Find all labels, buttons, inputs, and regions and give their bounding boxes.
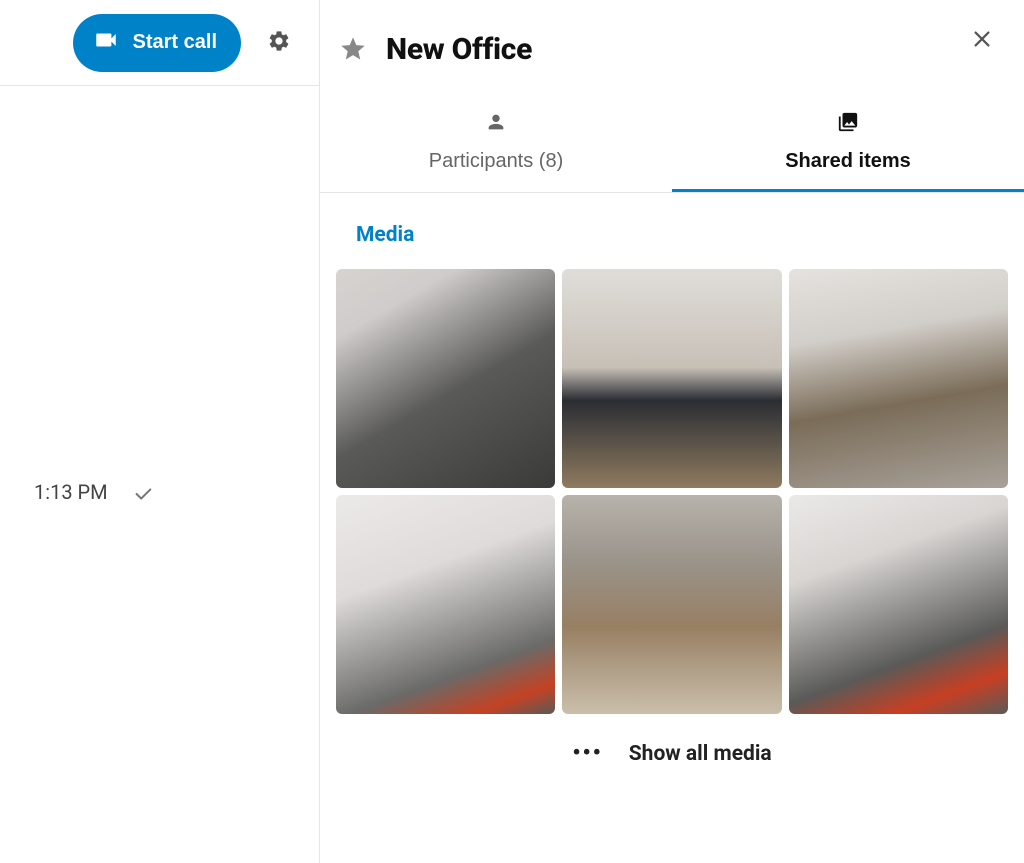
tabs: Participants (8) Shared items (320, 99, 1024, 193)
star-icon (339, 51, 367, 66)
start-call-label: Start call (133, 31, 217, 54)
check-icon (132, 480, 154, 509)
media-section-title[interactable]: Media (320, 193, 1024, 255)
photo-thumbnail (789, 269, 1008, 488)
left-header: Start call (0, 0, 319, 86)
close-button[interactable] (968, 26, 996, 54)
media-item[interactable] (336, 495, 555, 714)
media-item[interactable] (562, 269, 781, 488)
photo-thumbnail (789, 495, 1008, 714)
tab-participants-label: Participants (8) (429, 150, 564, 173)
conversation-title: New Office (386, 32, 532, 67)
show-all-media-label: Show all media (629, 742, 772, 766)
photo-thumbnail (562, 495, 781, 714)
left-body: 1:13 PM (0, 86, 319, 863)
panel-header: New Office (320, 0, 1024, 67)
details-panel: New Office Participants (8) Shared items… (320, 0, 1024, 863)
show-all-media-button[interactable]: ••• Show all media (320, 716, 1024, 776)
shared-items-icon (837, 111, 859, 136)
message-timestamp: 1:13 PM (34, 480, 108, 504)
start-call-button[interactable]: Start call (73, 14, 241, 72)
tab-shared-items[interactable]: Shared items (672, 99, 1024, 192)
camera-icon (93, 27, 119, 59)
ellipsis-icon: ••• (572, 743, 602, 765)
participants-icon (485, 111, 507, 136)
gear-icon (267, 29, 291, 56)
media-item[interactable] (562, 495, 781, 714)
photo-thumbnail (336, 495, 555, 714)
media-item[interactable] (336, 269, 555, 488)
media-item[interactable] (789, 495, 1008, 714)
settings-button[interactable] (263, 27, 295, 59)
left-panel: Start call 1:13 PM (0, 0, 320, 863)
media-item[interactable] (789, 269, 1008, 488)
close-icon (971, 38, 993, 53)
favorite-button[interactable] (338, 35, 368, 65)
tab-shared-items-label: Shared items (785, 150, 911, 173)
photo-thumbnail (562, 269, 781, 488)
media-grid (320, 255, 1024, 716)
tab-participants[interactable]: Participants (8) (320, 99, 672, 192)
photo-thumbnail (336, 269, 555, 488)
